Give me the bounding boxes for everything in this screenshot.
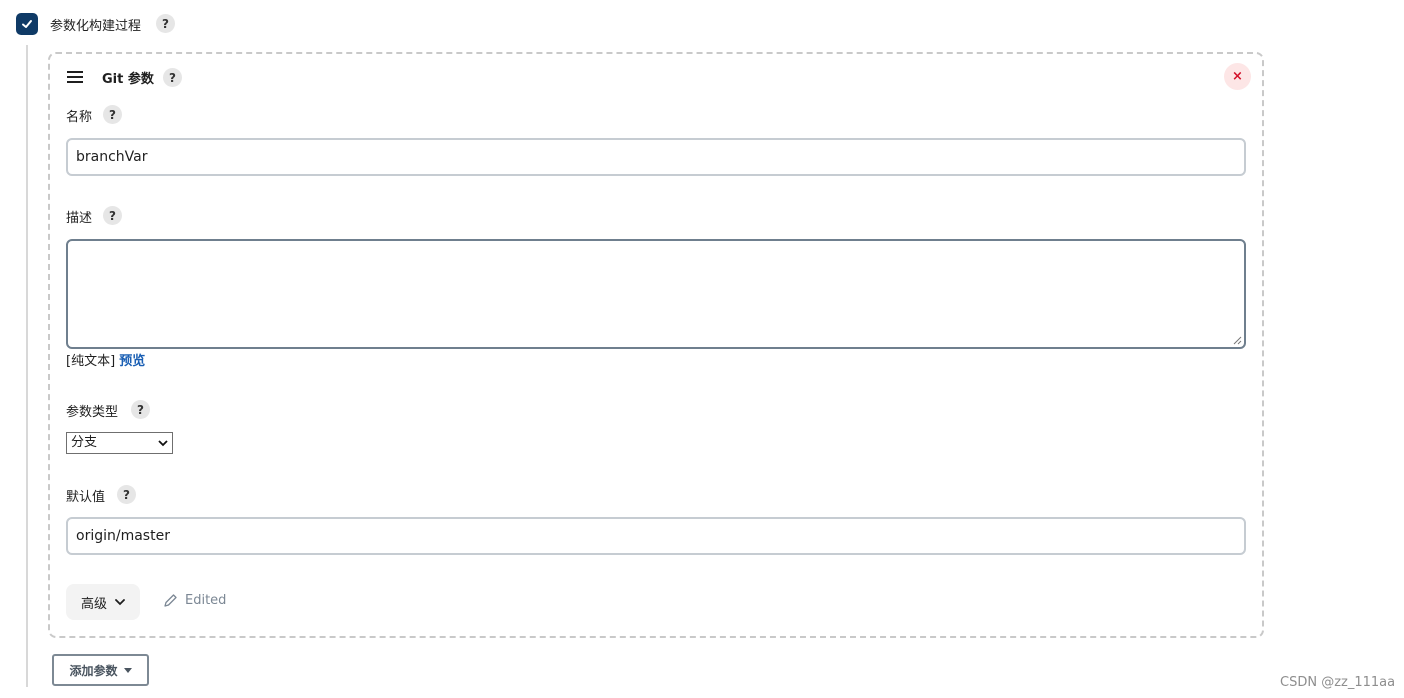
- help-icon[interactable]: ?: [131, 400, 150, 419]
- help-icon[interactable]: ?: [156, 14, 175, 33]
- edited-label: Edited: [185, 593, 227, 608]
- format-hint: [纯文本] 预览: [66, 350, 145, 369]
- preview-link[interactable]: 预览: [119, 354, 145, 369]
- description-label: 描述: [66, 211, 93, 226]
- default-value-label: 默认值: [66, 490, 106, 505]
- description-textarea[interactable]: [66, 239, 1246, 349]
- check-icon: [22, 20, 32, 28]
- chevron-down-icon: [158, 440, 168, 447]
- caret-down-icon: [123, 667, 132, 673]
- param-type-label: 参数类型: [66, 405, 119, 420]
- param-title: Git 参数: [102, 72, 154, 87]
- section-indent-line: [26, 45, 28, 687]
- parameterized-build-label: 参数化构建过程: [50, 19, 142, 34]
- help-icon[interactable]: ?: [103, 206, 122, 225]
- chevron-down-icon: [115, 599, 125, 606]
- name-input[interactable]: branchVar: [66, 138, 1246, 176]
- add-parameter-label: 添加参数: [69, 663, 118, 678]
- watermark: CSDN @zz_111aa: [1280, 675, 1396, 690]
- help-icon[interactable]: ?: [163, 68, 182, 87]
- name-label: 名称: [66, 110, 93, 125]
- close-icon: ×: [1232, 69, 1243, 84]
- advanced-button[interactable]: 高级: [66, 584, 140, 620]
- default-value-input[interactable]: origin/master: [66, 517, 1246, 555]
- pencil-icon: [164, 594, 177, 607]
- advanced-label: 高级: [80, 596, 107, 612]
- help-icon[interactable]: ?: [103, 105, 122, 124]
- format-text: [纯文本]: [66, 354, 116, 369]
- delete-param-button[interactable]: ×: [1224, 63, 1251, 90]
- add-parameter-button[interactable]: 添加参数: [52, 654, 149, 686]
- param-type-select[interactable]: 分支: [66, 432, 173, 454]
- edited-indicator: Edited: [163, 593, 226, 608]
- parameterized-build-checkbox[interactable]: [16, 13, 38, 35]
- resize-grip-icon[interactable]: [1232, 335, 1242, 345]
- drag-handle-icon[interactable]: [67, 71, 83, 83]
- help-icon[interactable]: ?: [117, 485, 136, 504]
- param-type-value: 分支: [71, 435, 98, 450]
